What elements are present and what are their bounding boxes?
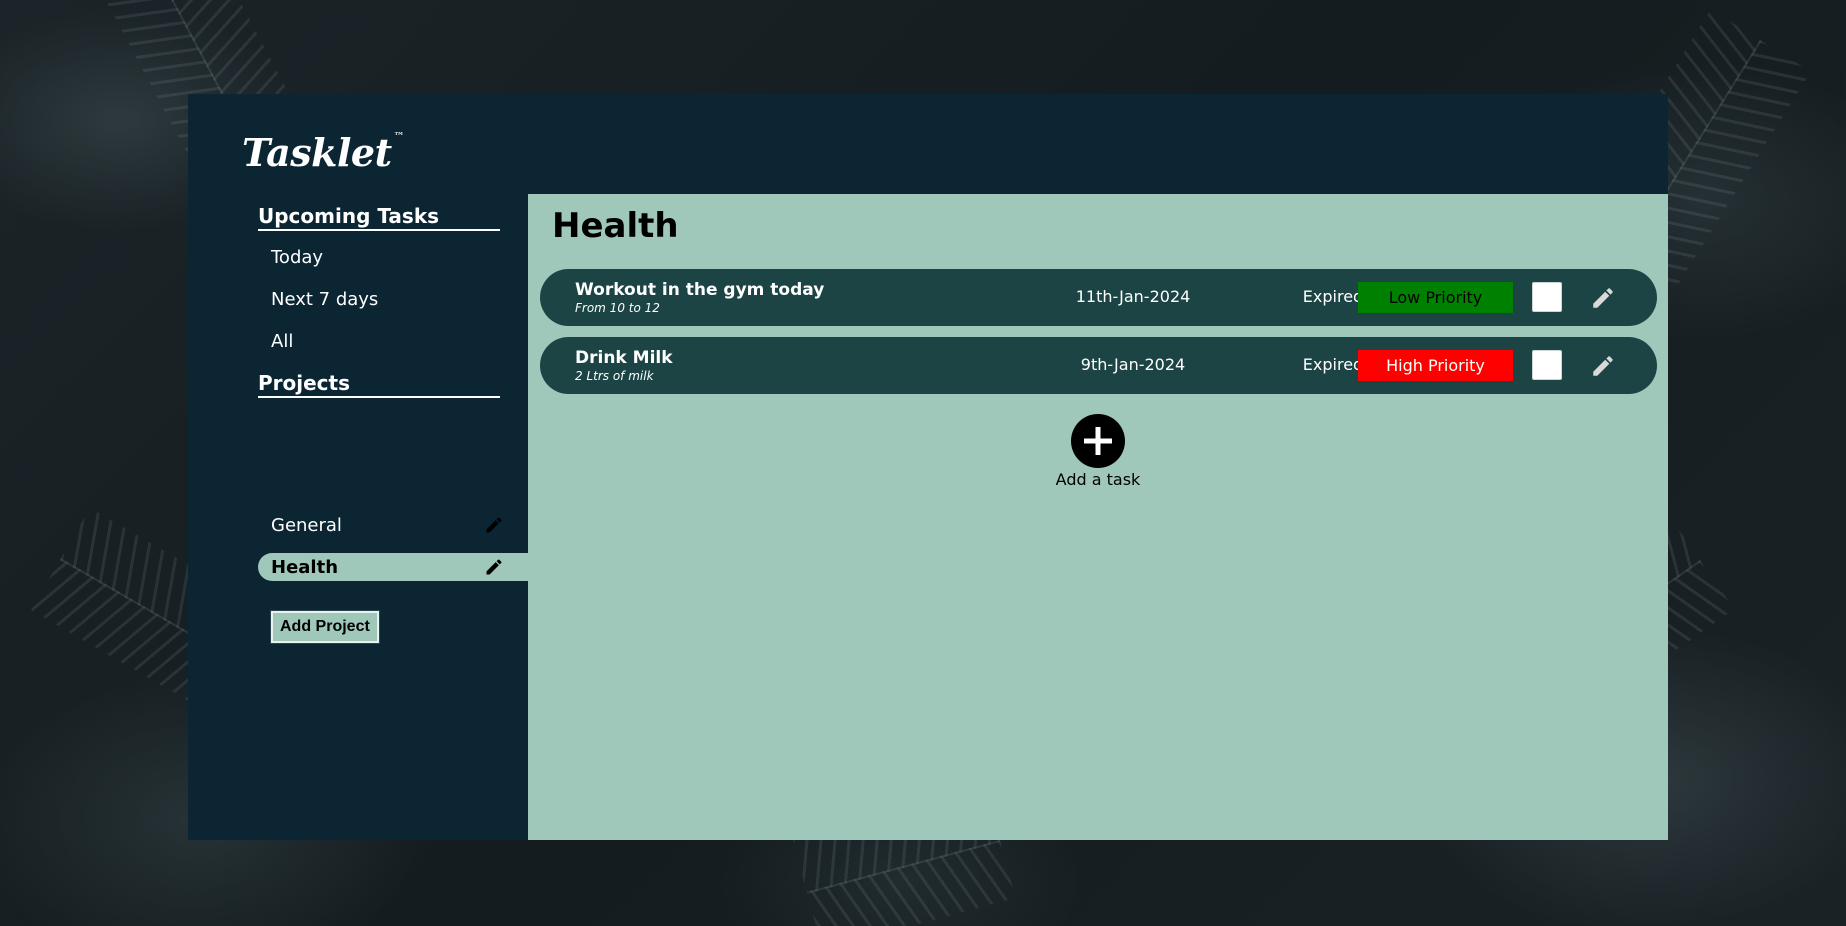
task-due-date: 9th-Jan-2024	[1080, 355, 1186, 374]
task-due-date: 11th-Jan-2024	[1075, 287, 1191, 306]
app-logo: Tasklet ™	[242, 130, 405, 175]
priority-badge: High Priority	[1358, 350, 1513, 381]
project-item-general[interactable]: General	[258, 511, 528, 539]
projects-heading: Projects	[258, 371, 500, 398]
task-title: Drink Milk	[575, 348, 673, 368]
project-item-health[interactable]: Health	[258, 553, 528, 581]
nav-item-next-7-days[interactable]: Next 7 days	[271, 289, 378, 310]
trademark-symbol: ™	[393, 130, 405, 144]
nav-item-today[interactable]: Today	[271, 247, 323, 268]
task-description: From 10 to 12	[575, 301, 660, 315]
pencil-icon[interactable]	[484, 515, 504, 535]
task-description: 2 Ltrs of milk	[575, 369, 654, 383]
background-fern	[806, 840, 1001, 894]
upcoming-tasks-heading: Upcoming Tasks	[258, 204, 500, 231]
main-content: Health Workout in the gym today From 10 …	[528, 194, 1668, 840]
pencil-icon[interactable]	[1590, 353, 1616, 379]
task-row[interactable]: Workout in the gym today From 10 to 12 1…	[540, 269, 1657, 326]
nav-item-all[interactable]: All	[271, 331, 293, 352]
project-label: General	[271, 514, 342, 536]
priority-badge: Low Priority	[1358, 282, 1513, 313]
app-window: Tasklet ™ Upcoming Tasks Today Next 7 day…	[188, 94, 1668, 840]
task-row[interactable]: Drink Milk 2 Ltrs of milk 9th-Jan-2024 E…	[540, 337, 1657, 394]
pencil-icon[interactable]	[484, 557, 504, 577]
brand-name: Tasklet	[242, 130, 392, 175]
task-title: Workout in the gym today	[575, 280, 825, 300]
page-title: Health	[552, 206, 679, 246]
plus-circle-icon[interactable]	[1071, 414, 1125, 468]
sidebar: Upcoming Tasks Today Next 7 days All Pro…	[188, 194, 528, 840]
project-label: Health	[271, 556, 339, 578]
add-task-control: Add a task	[1048, 414, 1148, 489]
task-complete-checkbox[interactable]	[1532, 350, 1562, 380]
pencil-icon[interactable]	[1590, 285, 1616, 311]
add-task-label[interactable]: Add a task	[1048, 470, 1148, 489]
add-project-button[interactable]: Add Project	[270, 610, 380, 644]
task-complete-checkbox[interactable]	[1532, 282, 1562, 312]
